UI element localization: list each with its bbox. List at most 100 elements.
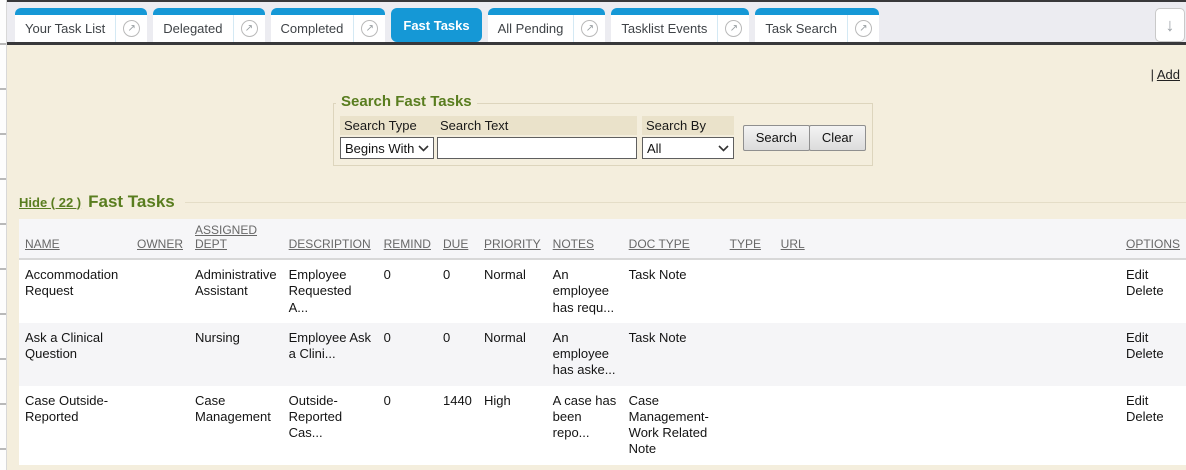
cell-name: Ask a Clinical Question bbox=[19, 323, 131, 386]
cell-notes: An employee has requ... bbox=[547, 259, 623, 323]
tab-all-pending[interactable]: All Pending ↗ bbox=[488, 8, 606, 42]
tab-your-task-list[interactable]: Your Task List ↗ bbox=[15, 8, 147, 42]
table-header-row: NAME OWNER ASSIGNED DEPT DESCRIPTION REM… bbox=[19, 219, 1186, 259]
col-header-description[interactable]: DESCRIPTION bbox=[283, 219, 378, 259]
tab-completed[interactable]: Completed ↗ bbox=[271, 8, 386, 42]
tab-bar-tabs: Your Task List ↗ Delegated ↗ Completed ↗… bbox=[15, 8, 879, 42]
cell-priority: Normal bbox=[478, 323, 547, 386]
cell-url bbox=[775, 323, 1120, 386]
tab-accent-cap bbox=[153, 8, 264, 15]
tab-divider bbox=[847, 15, 848, 42]
cell-type bbox=[724, 323, 775, 386]
delete-link[interactable]: Delete bbox=[1126, 283, 1180, 299]
search-controls-row: Begins With All bbox=[340, 137, 734, 159]
search-panel-legend: Search Fast Tasks bbox=[336, 93, 477, 110]
clear-button[interactable]: Clear bbox=[809, 125, 866, 151]
tab-accent-cap bbox=[271, 8, 386, 15]
popout-icon[interactable]: ↗ bbox=[855, 20, 872, 37]
cell-remind: 0 bbox=[378, 386, 437, 465]
tab-accent-cap bbox=[611, 8, 749, 15]
fast-tasks-table: NAME OWNER ASSIGNED DEPT DESCRIPTION REM… bbox=[19, 219, 1186, 465]
tab-divider bbox=[573, 15, 574, 42]
collapsed-panel-splitter[interactable] bbox=[0, 0, 7, 470]
popout-icon[interactable]: ↗ bbox=[361, 20, 378, 37]
tab-label: Completed bbox=[271, 21, 354, 36]
tab-label: Delegated bbox=[153, 21, 232, 36]
tab-tasklist-events[interactable]: Tasklist Events ↗ bbox=[611, 8, 749, 42]
cell-name: Case Outside-Reported bbox=[19, 386, 131, 465]
col-header-assigned-dept[interactable]: ASSIGNED DEPT bbox=[189, 219, 283, 259]
cell-assigned-dept: Case Management bbox=[189, 386, 283, 465]
table-body: Accommodation Request Administrative Ass… bbox=[19, 259, 1186, 465]
col-header-notes[interactable]: NOTES bbox=[547, 219, 623, 259]
popout-icon[interactable]: ↗ bbox=[123, 20, 140, 37]
search-fields: Search Type Search Text Search By Begins… bbox=[340, 116, 734, 159]
fast-tasks-title: Fast Tasks bbox=[88, 192, 175, 212]
col-header-url[interactable]: URL bbox=[775, 219, 1120, 259]
tab-divider bbox=[353, 15, 354, 42]
cell-due: 1440 bbox=[437, 386, 478, 465]
cell-notes: A case has been repo... bbox=[547, 386, 623, 465]
cell-priority: Normal bbox=[478, 259, 547, 323]
cell-remind: 0 bbox=[378, 323, 437, 386]
popout-icon[interactable]: ↗ bbox=[725, 20, 742, 37]
cell-owner bbox=[131, 323, 189, 386]
search-by-select[interactable]: All bbox=[642, 137, 734, 159]
cell-due: 0 bbox=[437, 259, 478, 323]
cell-description: Employee Requested A... bbox=[283, 259, 378, 323]
col-header-doc-type[interactable]: DOC TYPE bbox=[623, 219, 724, 259]
col-header-name[interactable]: NAME bbox=[19, 219, 131, 259]
tab-fast-tasks[interactable]: Fast Tasks bbox=[391, 8, 481, 42]
fast-tasks-section: Hide ( 22 ) Fast Tasks NAME OWNER ASSIGN… bbox=[19, 192, 1186, 465]
search-type-select[interactable]: Begins With bbox=[340, 137, 434, 159]
search-button[interactable]: Search bbox=[743, 125, 810, 151]
tab-divider bbox=[233, 15, 234, 42]
popout-icon[interactable]: ↗ bbox=[581, 20, 598, 37]
cell-description: Employee Ask a Clini... bbox=[283, 323, 378, 386]
cell-doc-type: Task Note bbox=[623, 323, 724, 386]
col-header-owner[interactable]: OWNER bbox=[131, 219, 189, 259]
tab-scroll-down-button[interactable]: ↓ bbox=[1155, 8, 1185, 42]
cell-priority: High bbox=[478, 386, 547, 465]
cell-doc-type: Case Management-Work Related Note bbox=[623, 386, 724, 465]
tab-task-search[interactable]: Task Search ↗ bbox=[755, 8, 879, 42]
cell-owner bbox=[131, 259, 189, 323]
search-type-label: Search Type bbox=[344, 116, 417, 135]
action-row: | Add bbox=[7, 45, 1186, 89]
add-link[interactable]: Add bbox=[1157, 67, 1180, 82]
col-header-remind[interactable]: REMIND bbox=[378, 219, 437, 259]
table-row: Accommodation Request Administrative Ass… bbox=[19, 259, 1186, 323]
edit-link[interactable]: Edit bbox=[1126, 267, 1180, 283]
search-labels-band: Search Type Search Text bbox=[340, 116, 637, 135]
main-area: Your Task List ↗ Delegated ↗ Completed ↗… bbox=[7, 0, 1186, 470]
edit-link[interactable]: Edit bbox=[1126, 330, 1180, 346]
cell-assigned-dept: Administrative Assistant bbox=[189, 259, 283, 323]
hide-count-link[interactable]: Hide ( 22 ) bbox=[19, 195, 81, 210]
search-text-input[interactable] bbox=[437, 137, 637, 159]
table-row: Ask a Clinical Question Nursing Employee… bbox=[19, 323, 1186, 386]
tab-delegated[interactable]: Delegated ↗ bbox=[153, 8, 264, 42]
cell-url bbox=[775, 386, 1120, 465]
search-buttons: Search Clear bbox=[743, 125, 866, 151]
col-header-priority[interactable]: PRIORITY bbox=[478, 219, 547, 259]
col-header-options[interactable]: OPTIONS bbox=[1120, 219, 1186, 259]
tab-bar: Your Task List ↗ Delegated ↗ Completed ↗… bbox=[7, 0, 1186, 45]
cell-options: Edit Delete bbox=[1120, 323, 1186, 386]
delete-link[interactable]: Delete bbox=[1126, 409, 1180, 425]
cell-type bbox=[724, 259, 775, 323]
search-text-label: Search Text bbox=[440, 116, 508, 135]
col-header-due[interactable]: DUE bbox=[437, 219, 478, 259]
delete-link[interactable]: Delete bbox=[1126, 346, 1180, 362]
search-fast-tasks-panel: Search Fast Tasks Search Type Search Tex… bbox=[333, 103, 873, 166]
table-row: Case Outside-Reported Case Management Ou… bbox=[19, 386, 1186, 465]
search-type-value: Begins With bbox=[345, 141, 414, 156]
cell-name: Accommodation Request bbox=[19, 259, 131, 323]
search-by-label: Search By bbox=[642, 116, 734, 135]
tab-label: All Pending bbox=[488, 21, 574, 36]
tab-label: Your Task List bbox=[15, 21, 115, 36]
edit-link[interactable]: Edit bbox=[1126, 393, 1180, 409]
popout-icon[interactable]: ↗ bbox=[241, 20, 258, 37]
col-header-type[interactable]: TYPE bbox=[724, 219, 775, 259]
cell-url bbox=[775, 259, 1120, 323]
tab-accent-cap bbox=[755, 8, 879, 15]
